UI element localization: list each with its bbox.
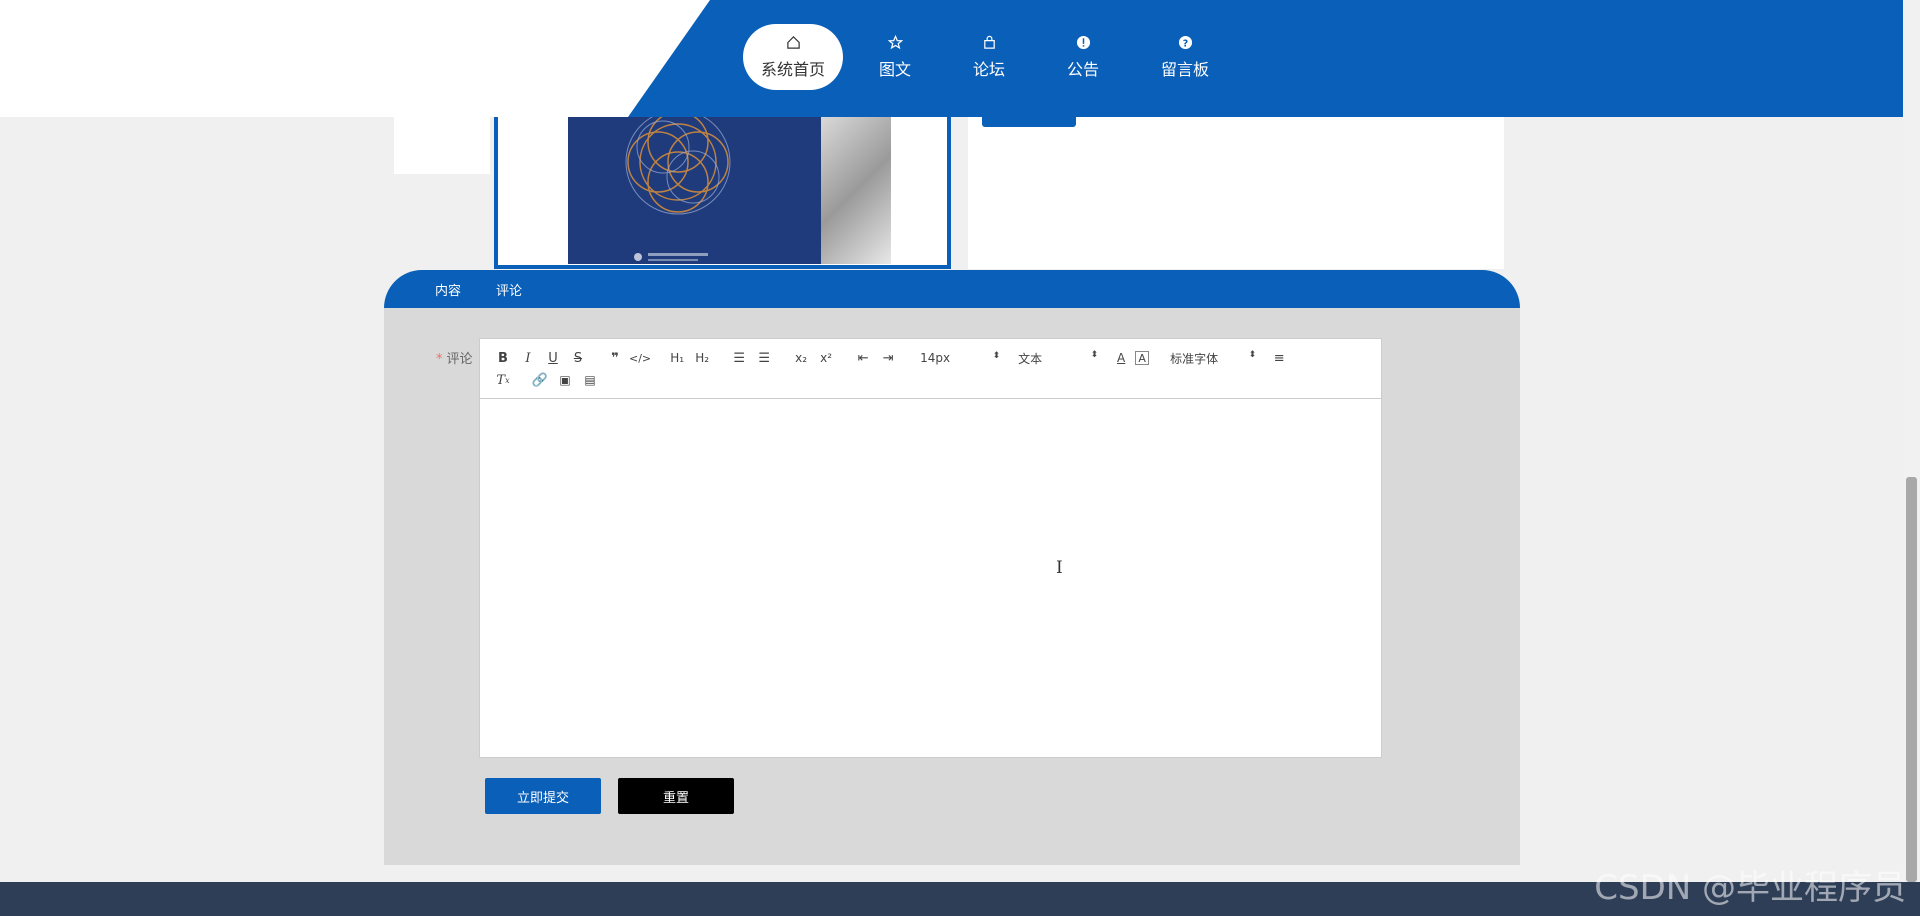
- font-size-select[interactable]: 14px ⬍: [920, 351, 1000, 365]
- align-icon[interactable]: ≡: [1268, 348, 1290, 368]
- underline-icon[interactable]: U: [542, 348, 564, 368]
- nav-item-messages[interactable]: ? 留言板: [1135, 24, 1235, 90]
- image-icon[interactable]: ▣: [554, 370, 576, 390]
- comment-form: * 评论 B I U S ❞ </> H₁ H₂ ☰ ☰ x₂ x² ⇤ ⇥ 14…: [384, 308, 1520, 865]
- ordered-list-icon[interactable]: ☰: [728, 348, 750, 368]
- italic-icon[interactable]: I: [517, 348, 539, 368]
- outdent-icon[interactable]: ⇤: [852, 348, 874, 368]
- text-cursor-icon: I: [1056, 558, 1063, 578]
- nav-item-notice[interactable]: 公告: [1041, 24, 1125, 90]
- nav-item-forum[interactable]: 论坛: [947, 24, 1031, 90]
- tab-content[interactable]: 内容: [435, 280, 461, 299]
- font-color-icon[interactable]: A: [1110, 348, 1132, 368]
- font-family-select[interactable]: 标准字体 ⬍: [1170, 350, 1256, 367]
- chevron-updown-icon: ⬍: [992, 351, 1001, 361]
- watermark: CSDN @毕业程序员: [1594, 868, 1906, 908]
- nav-item-label: 论坛: [972, 59, 1005, 79]
- h2-icon[interactable]: H₂: [691, 348, 713, 368]
- strike-icon[interactable]: S: [567, 348, 589, 368]
- detail-tabs: 内容 评论: [384, 270, 1520, 308]
- reset-button[interactable]: 重置: [618, 778, 734, 814]
- scrollbar-thumb[interactable]: [1906, 477, 1917, 882]
- editor-content-area[interactable]: [480, 399, 1381, 757]
- heading-select[interactable]: 文本 ⬍: [1018, 350, 1098, 367]
- bag-icon: [983, 35, 995, 49]
- nav-item-label: 图文: [878, 59, 911, 79]
- editor-toolbar: B I U S ❞ </> H₁ H₂ ☰ ☰ x₂ x² ⇤ ⇥ 14px ⬍ …: [480, 339, 1381, 399]
- nav-item-articles[interactable]: 图文: [853, 24, 937, 90]
- submit-button[interactable]: 立即提交: [485, 778, 601, 814]
- font-size-value: 14px: [920, 351, 951, 365]
- code-block-icon[interactable]: </>: [629, 348, 651, 368]
- subscript-icon[interactable]: x₂: [790, 348, 812, 368]
- heading-value: 文本: [1018, 351, 1043, 366]
- bullet-list-icon[interactable]: ☰: [753, 348, 775, 368]
- nav-item-label: 公告: [1066, 59, 1099, 79]
- help-icon: ?: [1178, 35, 1192, 49]
- book-photo-image: [821, 117, 891, 264]
- svg-text:?: ?: [1182, 38, 1187, 49]
- comment-label: * 评论: [436, 348, 473, 367]
- clear-format-icon[interactable]: Tx: [492, 370, 514, 390]
- nav-item-label: 系统首页: [760, 59, 825, 79]
- tab-comments[interactable]: 评论: [496, 280, 522, 299]
- comment-label-text: 评论: [446, 352, 473, 367]
- required-mark: *: [436, 352, 443, 367]
- nav-item-label: 留言板: [1160, 59, 1209, 79]
- product-info-panel: [968, 117, 1504, 269]
- font-family-value: 标准字体: [1170, 351, 1219, 366]
- chevron-updown-icon: ⬍: [1248, 349, 1257, 360]
- superscript-icon[interactable]: x²: [815, 348, 837, 368]
- nav-item-home[interactable]: 系统首页: [743, 24, 843, 90]
- alert-icon: [1076, 35, 1090, 49]
- book-cover-image: [568, 117, 822, 264]
- indent-icon[interactable]: ⇥: [877, 348, 899, 368]
- blockquote-icon[interactable]: ❞: [604, 348, 626, 368]
- star-icon: [887, 34, 903, 49]
- h1-icon[interactable]: H₁: [666, 348, 688, 368]
- product-image: [494, 117, 951, 269]
- link-icon[interactable]: 🔗: [529, 370, 551, 390]
- chevron-updown-icon: ⬍: [1090, 349, 1099, 360]
- background-color-icon[interactable]: A: [1135, 351, 1150, 365]
- rich-text-editor: B I U S ❞ </> H₁ H₂ ☰ ☰ x₂ x² ⇤ ⇥ 14px ⬍ …: [479, 338, 1382, 758]
- top-header: 系统首页 图文 论坛 公告 ? 留言板: [0, 0, 1903, 117]
- info-action-button[interactable]: [982, 117, 1076, 127]
- thumbnail-column[interactable]: [394, 117, 490, 174]
- bold-icon[interactable]: B: [492, 348, 514, 368]
- main-nav: 系统首页 图文 论坛 公告 ? 留言板: [743, 24, 1245, 90]
- home-icon: [786, 35, 800, 49]
- video-icon[interactable]: ▤: [579, 370, 601, 390]
